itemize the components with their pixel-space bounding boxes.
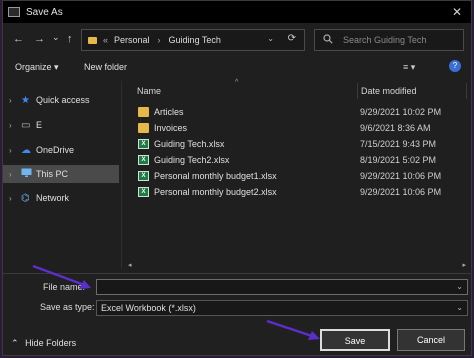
pane-divider[interactable]	[121, 81, 122, 269]
file-date: 9/6/2021 8:36 AM	[360, 123, 431, 133]
hide-folders-label: Hide Folders	[25, 338, 77, 348]
excel-file-icon: X	[138, 171, 149, 181]
hide-folders-button[interactable]: ⌃ Hide Folders	[11, 338, 76, 349]
sidebar-item-label: Quick access	[36, 95, 90, 105]
address-bar[interactable]: « Personal › Guiding Tech ⌄ ⟳	[81, 29, 305, 51]
app-icon	[8, 7, 20, 17]
sidebar-item-this-pc[interactable]: › This PC	[3, 165, 119, 183]
sidebar-item-label: E	[36, 120, 43, 130]
refresh-icon[interactable]: ⟳	[288, 33, 296, 44]
cloud-icon: ☁	[21, 144, 31, 156]
view-options-icon[interactable]: ≡ ▾	[403, 62, 415, 73]
chevron-up-icon: ⌃	[11, 338, 19, 348]
folder-icon	[138, 107, 149, 117]
navigation-pane: › ★ Quick access › ▭ E › ☁ OneDrive › Th…	[3, 85, 120, 265]
file-date: 8/19/2021 5:02 PM	[360, 155, 437, 165]
list-item[interactable]: X Guiding Tech2.xlsx 8/19/2021 5:02 PM	[136, 153, 466, 169]
sidebar-item-label: OneDrive	[36, 145, 75, 155]
help-icon[interactable]: ?	[449, 60, 461, 72]
chevron-right-icon[interactable]: ›	[9, 194, 12, 203]
chevron-right-icon[interactable]: ›	[9, 96, 12, 105]
sidebar-item-e-drive[interactable]: › ▭ E	[3, 116, 119, 134]
star-icon: ★	[21, 94, 30, 106]
recent-locations-icon[interactable]: ⌄	[52, 31, 60, 43]
column-header-date-modified[interactable]: Date modified	[361, 86, 417, 104]
file-date: 7/15/2021 9:43 PM	[360, 139, 437, 149]
column-header-name[interactable]: Name	[137, 86, 161, 104]
computer-icon	[21, 168, 32, 181]
sidebar-item-onedrive[interactable]: › ☁ OneDrive	[3, 141, 119, 159]
network-icon: ⌬	[21, 192, 30, 204]
sidebar-item-network[interactable]: › ⌬ Network	[3, 189, 119, 207]
title-bar: Save As ✕	[3, 1, 471, 23]
save-as-type-select[interactable]: Excel Workbook (*.xlsx) ⌄	[96, 300, 468, 316]
chevron-right-icon[interactable]: ›	[9, 146, 12, 155]
breadcrumb-personal[interactable]: Personal	[114, 35, 150, 45]
excel-file-icon: X	[138, 155, 149, 165]
file-date: 9/29/2021 10:06 PM	[360, 187, 442, 197]
file-name-field[interactable]: ⌄	[96, 279, 468, 295]
drive-icon: ▭	[21, 119, 31, 131]
back-arrow-icon[interactable]: ←	[13, 33, 24, 45]
navigation-bar: ← → ⌄ ↑ « Personal › Guiding Tech ⌄ ⟳ Se…	[3, 28, 471, 52]
file-name: Guiding Tech.xlsx	[154, 139, 225, 149]
chevron-down-icon[interactable]: ⌄	[456, 303, 463, 312]
save-button[interactable]: Save	[320, 329, 390, 351]
file-name: Personal monthly budget1.xlsx	[154, 171, 277, 181]
window-title: Save As	[26, 6, 63, 18]
horizontal-scrollbar[interactable]: ◂ ▸	[126, 261, 468, 270]
folder-icon	[138, 123, 149, 133]
file-date: 9/29/2021 10:02 PM	[360, 107, 442, 117]
breadcrumb-guiding-tech[interactable]: Guiding Tech	[169, 35, 221, 45]
file-date: 9/29/2021 10:06 PM	[360, 171, 442, 181]
save-as-type-value: Excel Workbook (*.xlsx)	[101, 303, 196, 313]
file-name: Guiding Tech2.xlsx	[154, 155, 230, 165]
command-bar: Organize ▾ New folder ≡ ▾ ?	[3, 57, 471, 79]
list-item[interactable]: Articles 9/29/2021 10:02 PM	[136, 105, 466, 121]
file-name: Articles	[154, 107, 184, 117]
search-input[interactable]: Search Guiding Tech	[343, 35, 426, 45]
breadcrumb-separator[interactable]: ›	[158, 35, 161, 45]
file-name: Personal monthly budget2.xlsx	[154, 187, 277, 197]
list-item[interactable]: X Guiding Tech.xlsx 7/15/2021 9:43 PM	[136, 137, 466, 153]
save-as-dialog: Save As ✕ ← → ⌄ ↑ « Personal › Guiding T…	[2, 0, 472, 356]
chevron-down-icon[interactable]: ⌄	[456, 282, 463, 291]
organize-button[interactable]: Organize ▾	[15, 62, 59, 73]
search-box[interactable]: Search Guiding Tech	[314, 29, 464, 51]
search-icon	[323, 33, 333, 47]
annotation-arrow	[32, 264, 91, 289]
scroll-right-icon[interactable]: ▸	[462, 261, 466, 269]
column-divider[interactable]	[357, 83, 358, 99]
chevron-down-icon[interactable]: ⌄	[267, 34, 274, 43]
excel-file-icon: X	[138, 139, 149, 149]
annotation-arrow	[266, 319, 320, 340]
save-as-type-label: Save as type:	[40, 302, 95, 312]
sort-ascending-icon: ^	[235, 79, 239, 86]
list-item[interactable]: Invoices 9/6/2021 8:36 AM	[136, 121, 466, 137]
breadcrumb-overflow[interactable]: «	[103, 35, 108, 45]
cancel-button[interactable]: Cancel	[397, 329, 465, 351]
sidebar-item-quick-access[interactable]: › ★ Quick access	[3, 91, 119, 109]
file-name: Invoices	[154, 123, 188, 133]
chevron-right-icon[interactable]: ›	[9, 121, 12, 130]
list-item[interactable]: X Personal monthly budget2.xlsx 9/29/202…	[136, 185, 466, 201]
close-icon[interactable]: ✕	[452, 5, 462, 19]
excel-file-icon: X	[138, 187, 149, 197]
chevron-right-icon[interactable]: ›	[9, 170, 12, 179]
forward-arrow-icon[interactable]: →	[34, 33, 45, 45]
new-folder-button[interactable]: New folder	[84, 62, 127, 72]
folder-icon	[88, 36, 97, 44]
file-list: ^ Name Date modified Articles 9/29/2021 …	[126, 79, 471, 269]
sidebar-item-label: This PC	[36, 169, 69, 179]
list-item[interactable]: X Personal monthly budget1.xlsx 9/29/202…	[136, 169, 466, 185]
scroll-left-icon[interactable]: ◂	[128, 261, 132, 269]
sidebar-item-label: Network	[36, 193, 70, 203]
column-divider[interactable]	[466, 83, 467, 99]
up-arrow-icon[interactable]: ↑	[67, 33, 73, 45]
